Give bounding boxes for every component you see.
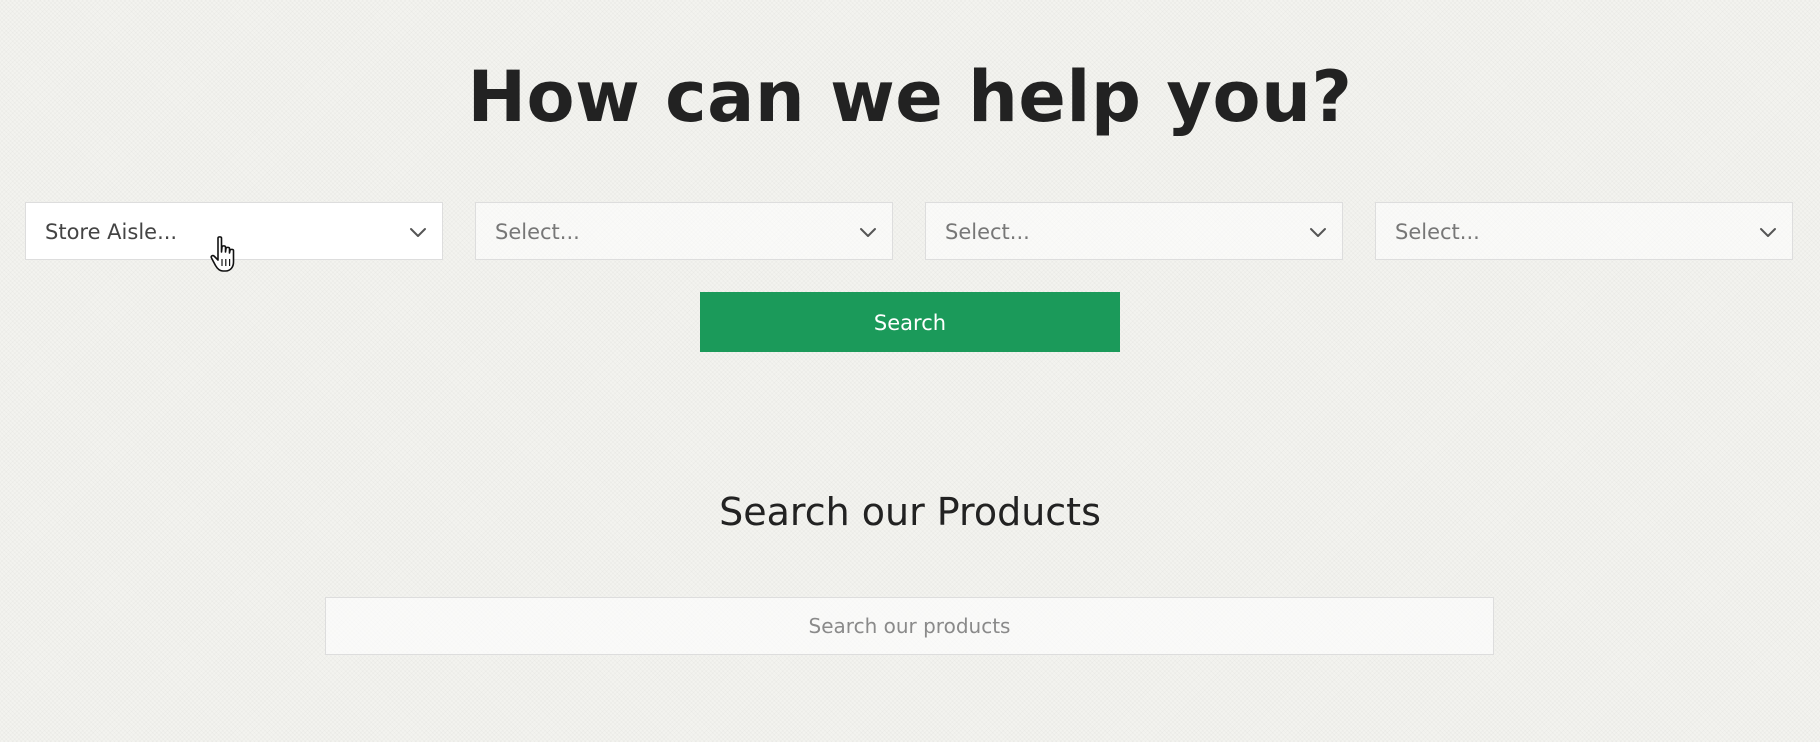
page-title: How can we help you? xyxy=(467,56,1353,138)
select-value: Select... xyxy=(1395,220,1480,244)
products-heading: Search our Products xyxy=(719,490,1101,534)
select-value: Select... xyxy=(945,220,1030,244)
chevron-down-icon xyxy=(1760,228,1776,237)
chevron-down-icon xyxy=(1310,228,1326,237)
chevron-down-icon xyxy=(410,228,426,237)
select-value: Select... xyxy=(495,220,580,244)
search-button[interactable]: Search xyxy=(700,292,1120,352)
filter-select-2[interactable]: Select... xyxy=(475,202,893,260)
filter-select-3[interactable]: Select... xyxy=(925,202,1343,260)
select-value: Store Aisle... xyxy=(45,220,178,244)
filter-select-4[interactable]: Select... xyxy=(1375,202,1793,260)
filter-bar: Store Aisle... Select... Select... Selec… xyxy=(25,202,1795,260)
product-search-input[interactable] xyxy=(325,597,1494,655)
chevron-down-icon xyxy=(860,228,876,237)
hand-pointer-icon xyxy=(210,236,235,272)
